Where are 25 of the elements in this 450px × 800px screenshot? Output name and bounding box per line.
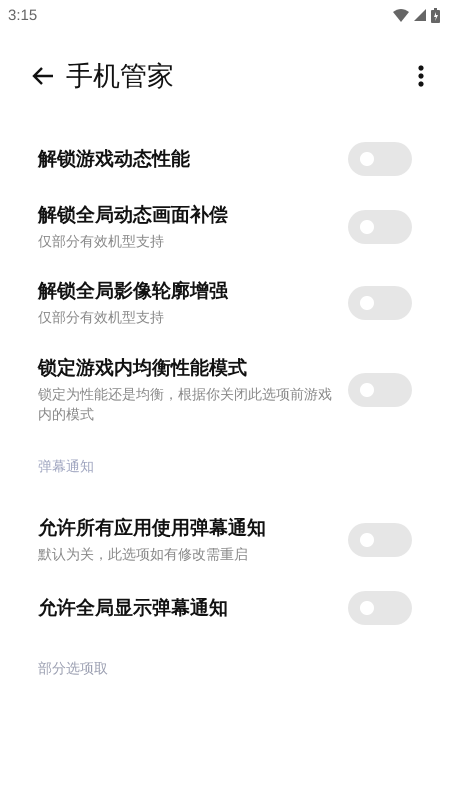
setting-title: 锁定游戏内均衡性能模式	[38, 356, 248, 381]
setting-title: 允许所有应用使用弹幕通知	[38, 516, 267, 542]
app-title: 手机管家	[66, 60, 175, 94]
toggle-switch[interactable]	[348, 523, 412, 558]
section-header: 弹幕通知	[38, 458, 95, 478]
setting-title: 解锁游戏动态性能	[38, 147, 191, 172]
setting-summary: 仅部分有效机型支持	[38, 309, 165, 328]
battery-icon	[431, 8, 440, 22]
signal-icon	[414, 9, 426, 21]
setting-summary: 默认为关，此选项如有修改需重启	[38, 546, 249, 566]
toggle-switch[interactable]	[348, 286, 412, 320]
footnote-text: 部分选项取	[38, 660, 109, 680]
setting-title: 允许全局显示弹幕通知	[38, 596, 229, 622]
back-icon[interactable]	[32, 66, 54, 86]
toggle-switch[interactable]	[348, 142, 412, 176]
setting-summary: 仅部分有效机型支持	[38, 233, 165, 252]
setting-summary: 锁定为性能还是均衡，根据你关闭此选项前游戏内的模式	[38, 386, 333, 425]
wifi-icon	[393, 8, 409, 22]
toggle-switch[interactable]	[348, 210, 412, 244]
setting-title: 解锁全局影像轮廓增强	[38, 279, 229, 304]
setting-title: 解锁全局动态画面补偿	[38, 203, 229, 228]
toggle-switch[interactable]	[348, 591, 412, 626]
status-time: 3:15	[8, 6, 38, 24]
more-icon[interactable]	[418, 65, 424, 87]
toggle-switch[interactable]	[348, 372, 412, 407]
